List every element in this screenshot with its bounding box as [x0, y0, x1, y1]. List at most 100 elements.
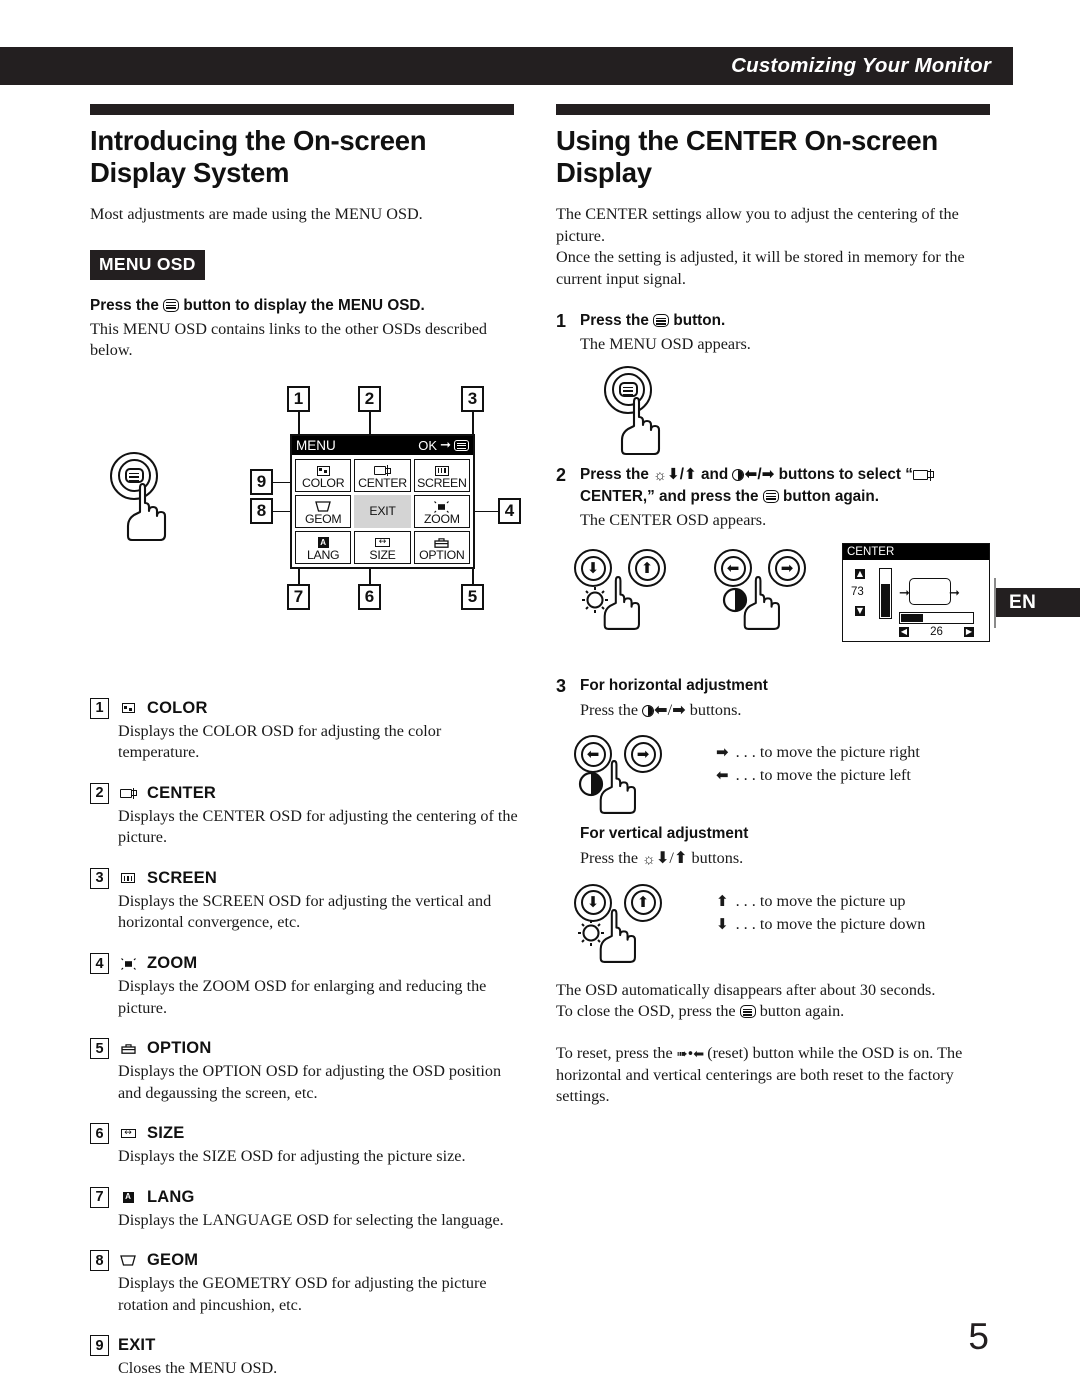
- screen-icon: [434, 464, 449, 477]
- osd-cell-lang[interactable]: A LANG: [295, 530, 352, 564]
- item-description: Displays the OPTION OSD for adjusting th…: [118, 1062, 502, 1102]
- list-item: 5 OPTION Displays the OPTION OSD for adj…: [90, 1038, 520, 1104]
- osd-cell-color[interactable]: COLOR: [295, 458, 352, 492]
- item-description: Displays the ZOOM OSD for enlarging and …: [118, 977, 487, 1017]
- osd-cell-label: SIZE: [369, 548, 396, 563]
- menu-button-icon: [163, 298, 180, 312]
- vertical-up-stepper[interactable]: ▲: [855, 569, 865, 580]
- menu-item-list: 1 COLOR Displays the COLOR OSD for adjus…: [90, 697, 520, 1380]
- osd-cell-option[interactable]: OPTION: [413, 530, 470, 564]
- osd-cell-label: GEOM: [304, 512, 342, 527]
- item-number: 5: [90, 1038, 109, 1060]
- item-description: Displays the GEOMETRY OSD for adjusting …: [118, 1274, 487, 1314]
- center-osd-title: CENTER: [843, 544, 989, 561]
- option-icon: [118, 1043, 138, 1054]
- vertical-down-stepper[interactable]: ▼: [855, 606, 865, 617]
- center-osd-window[interactable]: CENTER ▲ ▼ 73 ➞ ➞ ◀ 26 ▶: [842, 543, 990, 643]
- menu-osd-figure: 1 2 3 4 5 6 7 8 9 MENU OK ➞ COLOR CENTER…: [90, 385, 521, 636]
- center-osd-body: ▲ ▼ 73 ➞ ➞ ◀ 26 ▶: [843, 560, 989, 641]
- up-arrow-icon: ▲: [855, 569, 865, 580]
- item-description: Displays the SCREEN OSD for adjusting th…: [118, 891, 492, 932]
- item-number: 9: [90, 1335, 109, 1357]
- item-number: 7: [90, 1186, 109, 1208]
- right-arrow-icon[interactable]: ▶: [963, 627, 974, 638]
- osd-cell-geom[interactable]: GEOM: [295, 494, 352, 528]
- step2-line2-b: button again.: [783, 487, 880, 505]
- menu-button-icon: [739, 1005, 756, 1019]
- osd-cell-exit[interactable]: EXIT: [354, 494, 411, 528]
- vertical-adjustment-instruction: Press the ☼⬇/⬆ buttons.: [580, 848, 744, 869]
- osd-cell-size[interactable]: ↔ SIZE: [354, 530, 411, 564]
- right-arrow-icon: ➡: [716, 743, 729, 762]
- callout-7: 7: [287, 583, 310, 610]
- reset-button-icon: ➠•⬅: [676, 1047, 704, 1063]
- pointing-hand-icon: [620, 396, 661, 455]
- step-number: 3: [556, 676, 567, 697]
- step-description: The CENTER OSD appears.: [580, 510, 767, 529]
- left-intro-text: Most adjustments are made using the MENU…: [90, 204, 423, 223]
- item-number: 4: [90, 953, 109, 975]
- language-tab: EN: [996, 588, 1080, 617]
- page-header-banner: Customizing Your Monitor: [0, 47, 1013, 85]
- step2-line1-b: and: [701, 465, 729, 483]
- item-description: Displays the LANGUAGE OSD for selecting …: [118, 1210, 504, 1229]
- geom-icon: [118, 1255, 138, 1266]
- item-title: GEOM: [147, 1251, 199, 1270]
- item-number: 8: [90, 1250, 109, 1272]
- osd-cell-zoom[interactable]: ZOOM: [413, 494, 470, 528]
- step2-line1-a: Press the: [580, 465, 649, 483]
- legend-text: . . . to move the picture up: [735, 891, 906, 910]
- size-icon: ↔: [118, 1129, 138, 1139]
- outro2-a: To close the OSD, press the: [556, 1002, 736, 1021]
- pointing-hand-icon: [126, 482, 167, 541]
- step1-title-post: button.: [673, 312, 726, 330]
- item-title: ZOOM: [147, 954, 198, 973]
- item-description: Displays the SIZE OSD for adjusting the …: [118, 1147, 466, 1166]
- zoom-icon: [118, 957, 138, 970]
- right-heading-rule: [556, 104, 990, 115]
- menu-osd-titlebar: MENU OK ➞: [292, 435, 473, 455]
- color-icon: [316, 464, 330, 477]
- left-section-heading: Introducing the On-screen Display System: [90, 125, 427, 189]
- legend-text: . . . to move the picture left: [735, 766, 911, 785]
- outro3-a: To reset, press the: [556, 1044, 673, 1063]
- horizontal-button-pair: ⬅ ➡: [574, 735, 662, 815]
- vertical-centering-value: 73: [851, 586, 864, 599]
- center-icon: [118, 787, 138, 799]
- callout-3: 3: [461, 385, 484, 412]
- list-item: 6 ↔ SIZE Displays the SIZE OSD for adjus…: [90, 1123, 520, 1168]
- menu-button-icon: [762, 489, 779, 503]
- legend-text: . . . to move the picture right: [735, 743, 920, 762]
- menu-osd-tag: MENU OSD: [90, 249, 205, 280]
- step-2: 2 Press the ☼⬇/⬆ and ⬅/➡ buttons to sele…: [556, 464, 990, 531]
- list-item: 1 COLOR Displays the COLOR OSD for adjus…: [90, 697, 520, 764]
- item-description: Closes the MENU OSD.: [118, 1359, 278, 1378]
- h-press-pre: Press the: [580, 700, 638, 719]
- callout-1: 1: [287, 385, 310, 412]
- left-arrow-icon[interactable]: ◀: [899, 627, 909, 638]
- outro-paragraph-3: To reset, press the ➠•⬅ (reset) button w…: [556, 1043, 990, 1108]
- osd-cell-label: OPTION: [419, 548, 465, 563]
- down-arrow-icon: ⬇: [716, 914, 729, 933]
- brightness-sun-icon: ☼: [653, 466, 667, 484]
- horizontal-centering-slider[interactable]: [899, 612, 974, 625]
- osd-cell-screen[interactable]: SCREEN: [413, 458, 470, 492]
- callout-8: 8: [250, 497, 273, 524]
- item-title: OPTION: [147, 1039, 212, 1058]
- vertical-centering-slider[interactable]: [879, 568, 892, 620]
- pointing-hand-icon: [599, 760, 636, 815]
- osd-cell-label: LANG: [307, 548, 340, 563]
- up-arrow-icon: ⬆: [716, 891, 729, 910]
- page-number: 5: [968, 1316, 989, 1357]
- color-icon: [118, 703, 138, 714]
- item-number: 6: [90, 1123, 109, 1145]
- menu-osd-grid: COLOR CENTER SCREEN GEOM EXIT ZOOM A LAN…: [292, 455, 473, 568]
- menu-osd-window[interactable]: MENU OK ➞ COLOR CENTER SCREEN GEOM EXIT …: [290, 433, 475, 569]
- legend-item: ⬅ . . . to move the picture left: [716, 764, 920, 787]
- ok-label: OK: [418, 437, 438, 453]
- osd-cell-center[interactable]: CENTER: [354, 458, 411, 492]
- right-section-heading: Using the CENTER On-screen Display: [556, 125, 938, 189]
- menu-button-icon: [653, 314, 670, 328]
- step-1: 1 Press the button. The MENU OSD appears…: [556, 310, 990, 355]
- lead-post-text: button to display the MENU OSD.: [183, 296, 425, 314]
